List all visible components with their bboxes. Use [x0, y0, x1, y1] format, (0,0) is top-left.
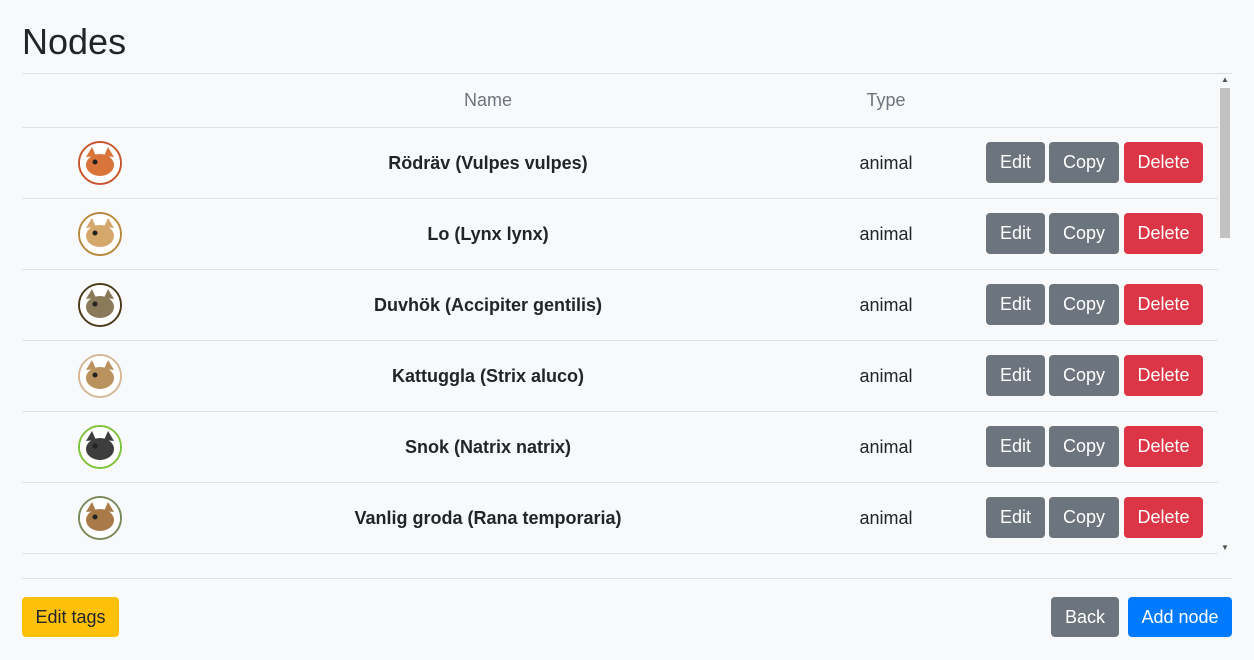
- snake-icon: [78, 425, 122, 469]
- delete-button[interactable]: Delete: [1124, 497, 1203, 538]
- lynx-icon: [78, 212, 122, 256]
- delete-button[interactable]: Delete: [1124, 213, 1203, 254]
- table-row: Kattuggla (Strix aluco) animal Edit Copy…: [22, 341, 1218, 412]
- nodes-table-body: Name Type Rödräv (Vulpes vulpes) animal …: [22, 74, 1218, 554]
- table-row: Duvhök (Accipiter gentilis) animal Edit …: [22, 270, 1218, 341]
- node-type: animal: [859, 224, 913, 244]
- edit-button[interactable]: Edit: [986, 497, 1045, 538]
- fox-icon: [78, 141, 122, 185]
- node-type: animal: [859, 153, 913, 173]
- copy-button[interactable]: Copy: [1049, 213, 1119, 254]
- copy-button[interactable]: Copy: [1049, 497, 1119, 538]
- delete-button[interactable]: Delete: [1124, 355, 1203, 396]
- table-row: Lo (Lynx lynx) animal Edit Copy Delete: [22, 199, 1218, 270]
- edit-button[interactable]: Edit: [986, 142, 1045, 183]
- table-row: Rödräv (Vulpes vulpes) animal Edit Copy …: [22, 128, 1218, 199]
- table-row: Snok (Natrix natrix) animal Edit Copy De…: [22, 412, 1218, 483]
- frog-icon: [78, 496, 122, 540]
- node-type: animal: [859, 437, 913, 457]
- scroll-down-arrow-icon[interactable]: ▼: [1218, 542, 1232, 554]
- node-name: Snok (Natrix natrix): [404, 437, 572, 457]
- copy-button[interactable]: Copy: [1049, 426, 1119, 467]
- delete-button[interactable]: Delete: [1124, 426, 1203, 467]
- node-type: animal: [859, 508, 913, 528]
- goshawk-icon: [78, 283, 122, 327]
- node-name: Vanlig groda (Rana temporaria): [354, 508, 622, 528]
- scroll-thumb[interactable]: [1220, 88, 1230, 238]
- node-name: Kattuggla (Strix aluco): [391, 366, 584, 386]
- copy-button[interactable]: Copy: [1049, 355, 1119, 396]
- copy-button[interactable]: Copy: [1049, 284, 1119, 325]
- edit-tags-button[interactable]: Edit tags: [22, 597, 119, 637]
- column-header-type: Type: [866, 90, 906, 110]
- edit-button[interactable]: Edit: [986, 355, 1045, 396]
- column-header-name: Name: [463, 90, 512, 110]
- nodes-table: Name Type Rödräv (Vulpes vulpes) animal …: [22, 73, 1232, 554]
- delete-button[interactable]: Delete: [1124, 142, 1203, 183]
- table-row: Vanlig groda (Rana temporaria) animal Ed…: [22, 483, 1218, 554]
- owl-icon: [78, 354, 122, 398]
- table-header: Name Type: [22, 74, 1218, 128]
- back-button[interactable]: Back: [1051, 597, 1119, 637]
- edit-button[interactable]: Edit: [986, 213, 1045, 254]
- node-name: Lo (Lynx lynx): [427, 224, 549, 244]
- copy-button[interactable]: Copy: [1049, 142, 1119, 183]
- edit-button[interactable]: Edit: [986, 426, 1045, 467]
- table-scrollbar[interactable]: ▲ ▼: [1218, 74, 1232, 554]
- delete-button[interactable]: Delete: [1124, 284, 1203, 325]
- edit-button[interactable]: Edit: [986, 284, 1045, 325]
- node-name: Rödräv (Vulpes vulpes): [388, 153, 588, 173]
- scroll-up-arrow-icon[interactable]: ▲: [1218, 74, 1232, 86]
- footer-divider: [22, 578, 1232, 579]
- add-node-button[interactable]: Add node: [1128, 597, 1232, 637]
- node-type: animal: [859, 366, 913, 386]
- node-name: Duvhök (Accipiter gentilis): [373, 295, 603, 315]
- node-type: animal: [859, 295, 913, 315]
- page-title: Nodes: [22, 21, 127, 62]
